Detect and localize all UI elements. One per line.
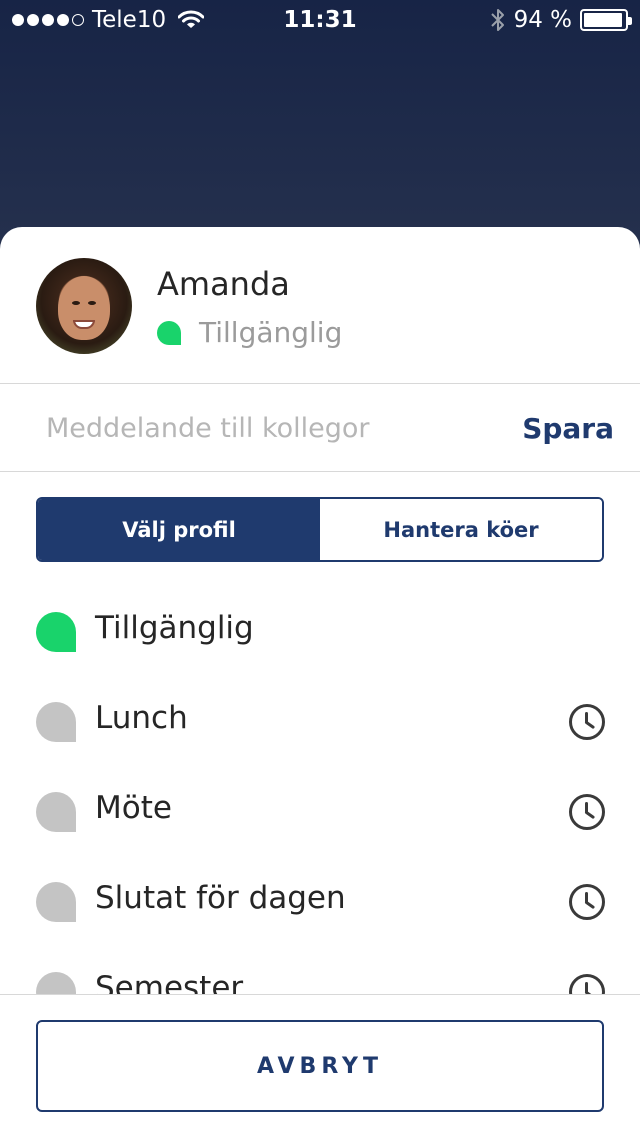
- battery-icon: [580, 9, 632, 31]
- tab-manage-queues[interactable]: Hantera köer: [320, 499, 602, 560]
- list-item-slutat-for-dagen[interactable]: Slutat för dagen: [0, 856, 640, 946]
- list-item-label: Möte: [95, 790, 172, 826]
- clock-icon[interactable]: [569, 884, 605, 920]
- list-item-lunch[interactable]: Lunch: [0, 676, 640, 766]
- status-right: 94 %: [490, 7, 632, 33]
- profile-list: Tillgänglig Lunch Möte Slutat för dagen …: [0, 586, 640, 1036]
- save-button[interactable]: Spara: [522, 412, 614, 445]
- clock-icon[interactable]: [569, 794, 605, 830]
- segmented-control: Välj profil Hantera köer: [36, 497, 604, 562]
- clock-icon[interactable]: [569, 704, 605, 740]
- list-item-label: Tillgänglig: [95, 610, 254, 646]
- tab-choose-profile[interactable]: Välj profil: [38, 499, 320, 560]
- footer: AVBRYT: [0, 994, 640, 1136]
- status-bubble-icon: [36, 702, 76, 742]
- profile-status-text: Tillgänglig: [199, 316, 343, 349]
- message-row: Spara: [0, 384, 640, 472]
- avatar: [36, 258, 132, 354]
- status-bubble-icon: [157, 320, 181, 345]
- list-item-mote[interactable]: Möte: [0, 766, 640, 856]
- profile-header: Amanda Tillgänglig: [0, 227, 640, 384]
- bluetooth-icon: [490, 9, 504, 31]
- status-bubble-icon: [36, 792, 76, 832]
- battery-cap: [628, 17, 632, 25]
- list-item-label: Slutat för dagen: [95, 880, 346, 916]
- status-bubble-icon: [36, 612, 76, 652]
- list-item-tillganglig[interactable]: Tillgänglig: [0, 586, 640, 676]
- battery-percent: 94 %: [513, 7, 572, 33]
- status-bar: Tele10 11:31 94 %: [0, 0, 640, 40]
- status-sheet: Amanda Tillgänglig Spara Välj profil Han…: [0, 227, 640, 1136]
- profile-name: Amanda: [157, 265, 290, 303]
- cancel-button[interactable]: AVBRYT: [36, 1020, 604, 1112]
- avatar-eye: [72, 301, 80, 305]
- status-bubble-icon: [36, 882, 76, 922]
- list-item-label: Lunch: [95, 700, 188, 736]
- profile-status: Tillgänglig: [157, 316, 342, 349]
- avatar-eye: [88, 301, 96, 305]
- battery-fill: [584, 13, 622, 27]
- avatar-face: [58, 276, 110, 340]
- message-input[interactable]: [46, 406, 496, 450]
